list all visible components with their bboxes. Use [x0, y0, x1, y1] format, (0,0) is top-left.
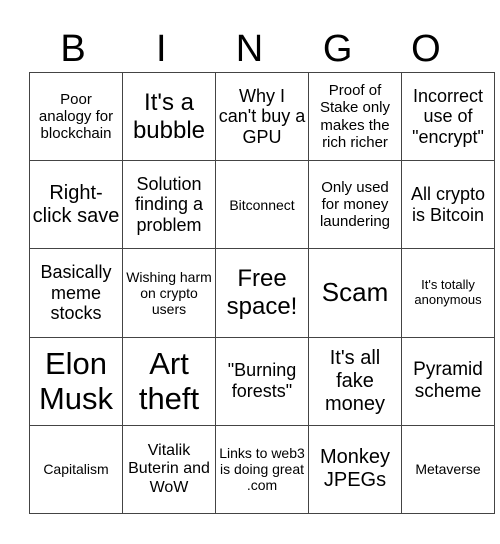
grid-row: Poor analogy for blockchain It's a bubbl… [29, 71, 495, 162]
bingo-cell[interactable]: Capitalism [29, 424, 123, 515]
bingo-cell[interactable]: All crypto is Bitcoin [401, 160, 495, 250]
header-letter-g: G [322, 28, 353, 70]
bingo-cell[interactable]: Wishing harm on crypto users [122, 248, 216, 338]
bingo-header: B I N G O [29, 26, 470, 72]
bingo-cell[interactable]: Only used for money laundering [308, 160, 402, 250]
bingo-cell[interactable]: Poor analogy for blockchain [29, 71, 123, 162]
bingo-cell[interactable]: It's all fake money [308, 336, 402, 426]
bingo-cell[interactable]: Vitalik Buterin and WoW [122, 424, 216, 515]
header-letter-o: O [411, 28, 441, 70]
bingo-cell[interactable]: Scam [308, 248, 402, 338]
bingo-cell[interactable]: Proof of Stake only makes the rich riche… [308, 71, 402, 162]
bingo-cell[interactable]: "Burning forests" [215, 336, 309, 426]
bingo-cell[interactable]: Elon Musk [29, 336, 123, 426]
grid-row: Right-click save Solution finding a prob… [29, 160, 495, 250]
bingo-cell[interactable]: Incorrect use of "encrypt" [401, 71, 495, 162]
header-letter-b: B [60, 28, 86, 70]
bingo-cell[interactable]: Solution finding a problem [122, 160, 216, 250]
bingo-cell[interactable]: Monkey JPEGs [308, 424, 402, 515]
bingo-cell[interactable]: Links to web3 is doing great .com [215, 424, 309, 515]
grid-row: Capitalism Vitalik Buterin and WoW Links… [29, 424, 495, 515]
bingo-cell[interactable]: Bitconnect [215, 160, 309, 250]
bingo-cell[interactable]: Metaverse [401, 424, 495, 515]
free-space-cell[interactable]: Free space! [215, 248, 309, 338]
bingo-cell[interactable]: Art theft [122, 336, 216, 426]
bingo-cell[interactable]: Right-click save [29, 160, 123, 250]
bingo-cell[interactable]: Pyramid scheme [401, 336, 495, 426]
bingo-cell[interactable]: Why I can't buy a GPU [215, 71, 309, 162]
bingo-cell[interactable]: It's totally anonymous [401, 248, 495, 338]
header-letter-i: I [156, 28, 167, 70]
grid-row: Elon Musk Art theft "Burning forests" It… [29, 336, 495, 426]
grid-row: Basically meme stocks Wishing harm on cr… [29, 248, 495, 338]
header-letter-n: N [235, 28, 264, 70]
bingo-grid: Poor analogy for blockchain It's a bubbl… [29, 71, 495, 515]
bingo-cell[interactable]: Basically meme stocks [29, 248, 123, 338]
bingo-cell[interactable]: It's a bubble [122, 71, 216, 162]
